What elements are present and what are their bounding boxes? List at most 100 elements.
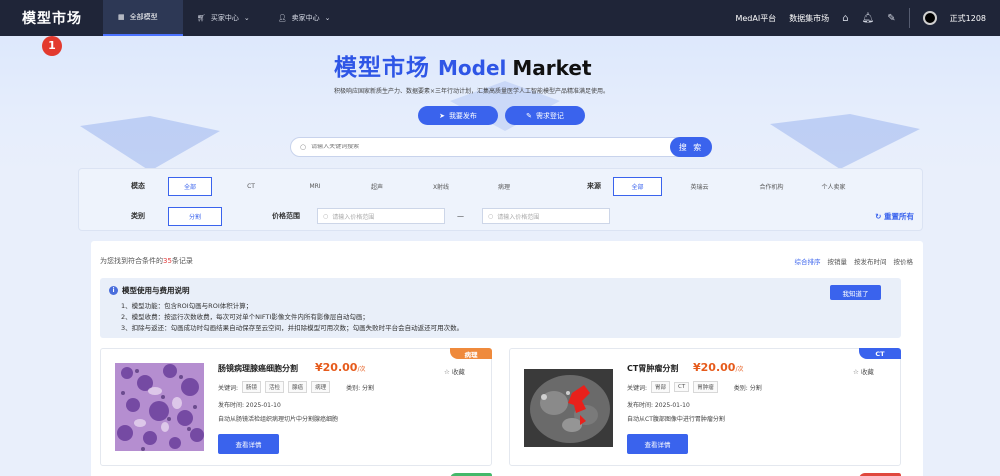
- pathology-thumbnail: [115, 363, 204, 451]
- result-count: 为您找到符合条件的35条记录: [100, 256, 193, 266]
- keyword-tag: 胃部: [651, 381, 671, 393]
- chip-source-individual[interactable]: 个人卖家: [809, 177, 858, 196]
- hero-subtitle: 积极响应国家新质生产力、数据要素×三年行动计划，汇集高质量医学人工智能模型产品精…: [334, 88, 610, 95]
- sort-sales[interactable]: 按销量: [828, 256, 848, 266]
- tab-all-models-label: 全部模型: [129, 13, 158, 21]
- chip-category-segmentation[interactable]: 分割: [168, 206, 222, 226]
- tab-all-models[interactable]: ▦ 全部模型: [103, 0, 183, 36]
- keyword-tag: 病理: [311, 381, 331, 393]
- username[interactable]: 正式1208: [950, 13, 986, 24]
- model-card[interactable]: CT胃肿瘤分割 ¥20.00/次 ☆ 收藏 关键词: 胃部 CT 胃肿瘤 类别:…: [509, 348, 901, 466]
- hero-title: 模型市场 Model Market: [334, 48, 592, 82]
- demand-button-label: 需求登记: [535, 111, 564, 120]
- site-logo[interactable]: 模型市场: [0, 8, 103, 28]
- price-max-input[interactable]: ○ 请输入价格范围: [482, 208, 610, 224]
- reset-all-label: 重置所有: [884, 211, 914, 221]
- view-details-button[interactable]: 查看详情: [218, 434, 279, 454]
- hero-banner: 模型市场 Model Market 积极响应国家新质生产力、数据要素×三年行动计划，…: [0, 36, 1000, 171]
- category-label: 类别: [131, 212, 145, 220]
- star-icon: ☆: [853, 368, 859, 376]
- tab-seller-center[interactable]: 👤︎ 卖家中心 ⌄: [264, 0, 345, 36]
- sort-price[interactable]: 按价格: [894, 256, 914, 266]
- home-icon[interactable]: ⌂: [842, 13, 848, 24]
- chip-modality-pathology[interactable]: 病理: [482, 177, 526, 196]
- hero-title-en1: Model: [438, 56, 507, 80]
- avatar[interactable]: [922, 11, 937, 25]
- annotation-marker: 1: [42, 36, 62, 56]
- hero-title-cn: 模型市场: [334, 55, 430, 81]
- link-dataset-market[interactable]: 数据集市场: [789, 13, 829, 24]
- card-title[interactable]: CT胃肿瘤分割: [627, 363, 678, 374]
- pen-icon: ✎: [526, 111, 532, 120]
- chip-modality-xray[interactable]: X射线: [419, 177, 463, 196]
- card-price: ¥20.00/次: [315, 361, 365, 374]
- demand-button[interactable]: ✎ 需求登记: [505, 106, 585, 125]
- publish-date: 发布时间: 2025-01-10: [627, 402, 690, 409]
- divider: [908, 8, 910, 28]
- link-medai[interactable]: MedAI平台: [735, 13, 776, 24]
- card-price-unit: /次: [735, 366, 744, 373]
- notice-line: 3、扣除与返还：勾画成功时勾画结果自动保存至云空间，并扣除模型可用次数；勾画失败…: [121, 324, 464, 332]
- sort-composite[interactable]: 综合排序: [795, 256, 821, 266]
- decor-shape: [80, 116, 220, 171]
- result-count-prefix: 为您找到符合条件的: [100, 257, 163, 265]
- acknowledge-button[interactable]: 我知道了: [830, 285, 881, 300]
- price-min-placeholder: 请输入价格范围: [332, 213, 375, 221]
- search-input[interactable]: [311, 144, 672, 150]
- sort-options: 综合排序 按销量 按发布时间 按价格: [795, 256, 914, 266]
- card-description: 自动从CT腹部图像中进行胃肿瘤分割: [627, 416, 725, 423]
- reset-all-button[interactable]: ↻ 重置所有: [875, 211, 914, 222]
- refresh-icon: ↻: [875, 211, 882, 221]
- result-count-number: 35: [163, 257, 172, 265]
- view-details-button[interactable]: 查看详情: [627, 434, 688, 454]
- chip-source-yingruiyun[interactable]: 英瑞云: [675, 177, 724, 196]
- notice-line: 1、模型功能：包含ROI勾画与ROI体积计算；: [121, 302, 253, 310]
- favorite-button[interactable]: ☆ 收藏: [853, 366, 874, 376]
- search-button[interactable]: 搜 索: [670, 137, 712, 157]
- search-icon: ○: [300, 143, 307, 151]
- modality-label: 模态: [131, 182, 145, 190]
- filter-row-category: 类别 分割 价格范围 ○ 请输入价格范围 — ○ 请输入价格范围 ↻ 重置所有: [79, 201, 924, 231]
- info-icon: i: [109, 286, 118, 295]
- search-icon: ○: [488, 212, 494, 220]
- source-label: 来源: [587, 182, 601, 190]
- usage-notice: i 模型使用与费用说明 1、模型功能：包含ROI勾画与ROI体积计算； 2、模型…: [100, 278, 901, 338]
- sort-date[interactable]: 按发布时间: [854, 256, 887, 266]
- tab-buyer-center[interactable]: 🛒︎ 买家中心 ⌄: [183, 0, 264, 36]
- price-min-input[interactable]: ○ 请输入价格范围: [317, 208, 445, 224]
- edit-icon[interactable]: ✎: [887, 13, 895, 24]
- keyword-tag: 肠镜: [242, 381, 262, 393]
- bell-icon[interactable]: 🔔︎: [862, 13, 875, 24]
- card-description: 自动从肠镜活检组织病理切片中分割腺癌细胞: [218, 416, 339, 423]
- send-icon: ➤: [439, 111, 445, 120]
- results-panel: 为您找到符合条件的35条记录 综合排序 按销量 按发布时间 按价格 i 模型使用…: [91, 241, 923, 476]
- filter-row-modality: 模态 全部 CT MRI 超声 X射线 病理 来源 全部 英瑞云 合作机构 个人…: [79, 171, 924, 201]
- publish-button[interactable]: ➤ 我要发布: [418, 106, 498, 125]
- search-icon: ○: [323, 212, 329, 220]
- hero-title-en2: Market: [512, 56, 592, 80]
- chip-modality-all[interactable]: 全部: [168, 176, 212, 196]
- notice-title: i 模型使用与费用说明: [109, 285, 190, 296]
- category-value: 类别: 分割: [346, 384, 375, 392]
- chip-modality-ultrasound[interactable]: 超声: [355, 177, 399, 196]
- publish-date: 发布时间: 2025-01-10: [218, 402, 281, 409]
- tab-buyer-label: 买家中心: [210, 14, 239, 22]
- chip-source-partner[interactable]: 合作机构: [747, 177, 796, 196]
- result-count-suffix: 条记录: [171, 257, 193, 265]
- category-value: 类别: 分割: [733, 384, 762, 392]
- keyword-label: 关键词:: [627, 384, 648, 392]
- publish-button-label: 我要发布: [448, 111, 477, 120]
- filter-panel: 模态 全部 CT MRI 超声 X射线 病理 来源 全部 英瑞云 合作机构 个人…: [78, 168, 923, 231]
- keyword-tag: 腺癌: [288, 381, 308, 393]
- keyword-tag: CT: [674, 382, 690, 392]
- model-card[interactable]: 肠镜病理腺癌细胞分割 ¥20.00/次 ☆ 收藏 关键词: 肠镜 活检 腺癌 病…: [100, 348, 492, 466]
- decor-shape: [770, 114, 920, 169]
- card-price-value: ¥20.00: [315, 361, 358, 374]
- card-title[interactable]: 肠镜病理腺癌细胞分割: [218, 363, 298, 374]
- grid-icon: ▦: [118, 13, 125, 21]
- chip-modality-ct[interactable]: CT: [229, 177, 273, 196]
- chip-modality-mri[interactable]: MRI: [293, 177, 337, 196]
- favorite-button[interactable]: ☆ 收藏: [444, 366, 465, 376]
- chevron-down-icon: ⌄: [324, 14, 331, 22]
- chip-source-all[interactable]: 全部: [613, 176, 662, 196]
